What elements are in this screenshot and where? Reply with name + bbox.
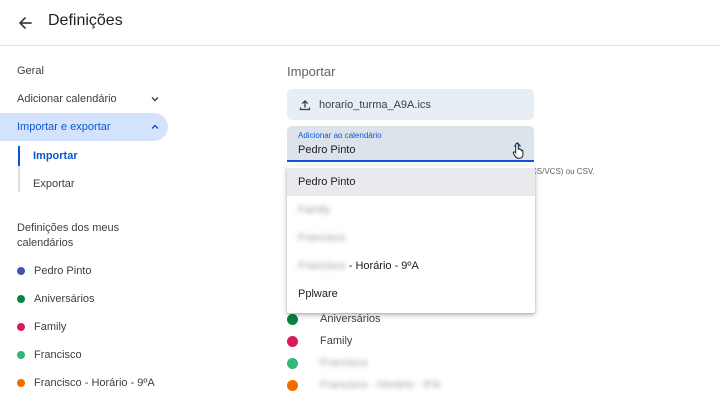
sidebar-item-geral[interactable]: Geral — [0, 57, 168, 85]
calendar-label: Francisco — [320, 357, 368, 369]
file-select-button[interactable]: horario_turma_A9A.ics — [287, 89, 534, 120]
main-calendar-item[interactable]: Family — [287, 335, 352, 347]
back-arrow-icon[interactable] — [12, 11, 38, 35]
upload-icon — [299, 99, 311, 111]
sidebar-item-label: Adicionar calendário — [17, 93, 117, 105]
sidebar-calendar-item[interactable]: Pedro Pinto — [17, 265, 91, 277]
sidebar-item-importar-exportar[interactable]: Importar e exportar — [0, 113, 168, 141]
page-title: Definições — [48, 12, 123, 29]
calendar-label: Aniversários — [34, 293, 95, 305]
calendar-color-dot — [287, 335, 298, 347]
sidebar-calendar-item[interactable]: Francisco - Horário - 9ºA — [17, 377, 155, 389]
calendar-label: Aniversários — [320, 313, 381, 325]
chevron-up-icon — [151, 124, 159, 129]
sidebar-calendar-item[interactable]: Family — [17, 321, 66, 333]
calendar-dropdown-menu: Pedro Pinto Family Francisco Francisco -… — [287, 166, 535, 313]
calendar-label: Family — [34, 321, 67, 333]
select-label: Adicionar ao calendário — [298, 131, 382, 140]
sidebar-calendar-item[interactable]: Francisco — [17, 349, 82, 361]
import-section-title: Importar — [287, 64, 336, 79]
sidebar-item-adicionar-calendario[interactable]: Adicionar calendário — [0, 85, 168, 113]
my-calendars-section-label: Definições dos meus calendários — [17, 222, 120, 249]
app-header: Definições — [0, 0, 720, 46]
calendar-label: Francisco — [34, 349, 82, 361]
calendar-color-dot — [287, 313, 298, 325]
file-name: horario_turma_A9A.ics — [319, 98, 431, 111]
main-calendar-item[interactable]: Francisco — [287, 357, 368, 369]
calendar-color-dot — [17, 267, 25, 275]
calendar-color-dot — [17, 351, 25, 359]
calendar-label: Francisco - Horário - 9ºA — [320, 379, 441, 391]
dropdown-option[interactable]: Pplware — [287, 280, 535, 308]
option-label-blurred: Francisco — [298, 260, 346, 272]
sidebar-item-label: Geral — [17, 65, 44, 77]
option-label: - Horário - 9ºA — [345, 260, 419, 272]
dropdown-option[interactable]: Pedro Pinto — [287, 168, 535, 196]
sidebar-calendar-item[interactable]: Aniversários — [17, 293, 95, 305]
hand-cursor-icon — [512, 142, 524, 159]
dropdown-option[interactable]: Family — [287, 196, 535, 224]
calendar-color-dot — [17, 295, 25, 303]
main-calendar-item[interactable]: Aniversários — [287, 313, 381, 325]
calendar-label: Family — [320, 335, 353, 347]
option-label: Pedro Pinto — [298, 176, 356, 188]
calendar-color-dot — [287, 379, 298, 391]
option-label: Family — [298, 204, 331, 216]
import-hint-text: CS/VCS) ou CSV. — [531, 167, 595, 176]
subnav-indicator — [18, 146, 20, 192]
calendar-label: Pedro Pinto — [34, 265, 92, 277]
sidebar-item-label: Importar e exportar — [17, 121, 111, 133]
main-calendar-item[interactable]: Francisco - Horário - 9ºA — [287, 379, 441, 391]
calendar-color-dot — [17, 323, 25, 331]
dropdown-option[interactable]: Francisco - Horário - 9ºA — [287, 252, 535, 280]
option-label: Pplware — [298, 288, 338, 300]
dropdown-option[interactable]: Francisco — [287, 224, 535, 252]
option-label: Francisco — [298, 232, 346, 244]
select-value: Pedro Pinto — [298, 144, 356, 156]
chevron-down-icon — [151, 97, 159, 102]
subnav-item-exportar[interactable]: Exportar — [33, 178, 75, 190]
calendar-color-dot — [17, 379, 25, 387]
calendar-color-dot — [287, 357, 298, 369]
calendar-select[interactable]: Adicionar ao calendário Pedro Pinto — [287, 126, 534, 162]
calendar-label: Francisco - Horário - 9ºA — [34, 377, 155, 389]
subnav-item-importar[interactable]: Importar — [33, 150, 78, 162]
